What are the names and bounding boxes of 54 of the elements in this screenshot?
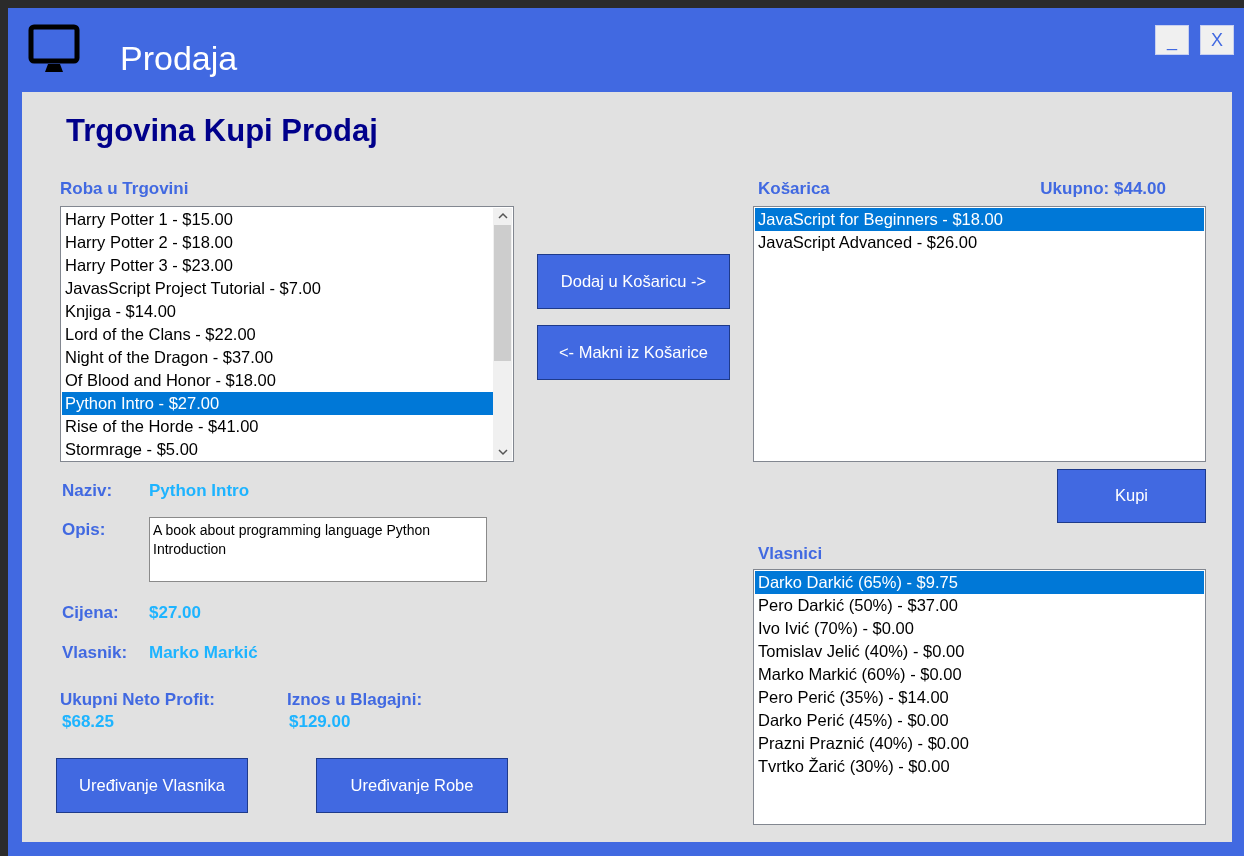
scroll-thumb[interactable] xyxy=(494,224,511,361)
description-field[interactable]: A book about programming language Python Introduction xyxy=(149,517,487,583)
cart-label: Košarica xyxy=(758,178,830,200)
scroll-up-icon[interactable] xyxy=(497,211,508,220)
profit-value: $68.25 xyxy=(62,711,114,734)
buy-button[interactable]: Kupi xyxy=(1057,468,1206,523)
field-label: Vlasnik: xyxy=(62,641,129,664)
owner-item[interactable]: Tomislav Jelić (40%) - $0.00 xyxy=(755,640,1204,663)
edit-owners-button[interactable]: Uređivanje Vlasnika xyxy=(56,758,248,814)
owner-item[interactable]: Darko Perić (45%) - $0.00 xyxy=(755,709,1204,732)
remove-from-cart-button[interactable]: <- Makni iz Košarice xyxy=(537,325,730,380)
store-label: Roba u Trgovini xyxy=(60,178,190,201)
list-item[interactable]: Night of the Dragon - $37.00 xyxy=(62,345,493,369)
store-listbox[interactable] xyxy=(60,205,514,462)
owner-item[interactable]: Tvrtko Žarić (30%) - $0.00 xyxy=(755,755,1204,778)
cart-total: Ukupno: $44.00 xyxy=(1040,178,1166,200)
scrollbar[interactable] xyxy=(493,207,512,460)
cart-listbox[interactable]: JavaScript for Beginners - $18.00 JavaScript Advanced - $26.00 xyxy=(753,205,1206,462)
list-item[interactable]: Harry Potter 3 - $23.00 xyxy=(62,253,493,277)
owner-item[interactable]: Ivo Ivić (70%) - $0.00 xyxy=(755,617,1204,640)
cart-item[interactable]: JavaScript for Beginners - $18.00 xyxy=(755,207,1204,231)
list-item[interactable]: Knjiga - $14.00 xyxy=(62,299,493,323)
edit-goods-button[interactable]: Uređivanje Robe xyxy=(316,758,508,814)
add-to-cart-button[interactable]: Dodaj u Košaricu -> xyxy=(537,254,730,309)
field-value: Marko Markić xyxy=(149,641,258,664)
app-heading: Trgovina Kupi Prodaj xyxy=(66,114,379,149)
cash-value: $129.00 xyxy=(289,711,351,734)
owner-item[interactable]: Darko Darkić (65%) - $9.75 xyxy=(755,571,1204,594)
field-value: $27.00 xyxy=(149,602,201,625)
field-value: Python Intro xyxy=(149,479,250,502)
owner-item[interactable]: Marko Markić (60%) - $0.00 xyxy=(755,663,1204,686)
cart-item[interactable]: JavaScript Advanced - $26.00 xyxy=(755,230,1204,254)
window-title: Prodaja xyxy=(120,37,238,79)
list-item[interactable]: Stormrage - $5.00 xyxy=(62,437,493,461)
list-item[interactable]: Of Blood and Honor - $18.00 xyxy=(62,368,493,392)
owners-label: Vlasnici xyxy=(758,542,824,565)
cash-label: Iznos u Blagajni: xyxy=(287,689,424,712)
field-label: Cijena: xyxy=(62,602,120,625)
owner-item[interactable]: Pero Perić (35%) - $14.00 xyxy=(755,686,1204,709)
profit-label: Ukupni Neto Profit: xyxy=(60,689,216,712)
owners-listbox[interactable] xyxy=(753,569,1206,825)
owner-item[interactable]: Prazni Praznić (40%) - $0.00 xyxy=(755,732,1204,755)
list-item[interactable]: Harry Potter 2 - $18.00 xyxy=(62,230,493,254)
list-item[interactable]: JavasScript Project Tutorial - $7.00 xyxy=(62,276,493,300)
list-item[interactable]: Harry Potter 1 - $15.00 xyxy=(62,207,493,231)
list-item[interactable]: Rise of the Horde - $41.00 xyxy=(62,414,493,438)
list-item[interactable]: Lord of the Clans - $22.00 xyxy=(62,322,493,346)
list-item[interactable]: Python Intro - $27.00 xyxy=(62,391,493,415)
owner-item[interactable]: Pero Darkić (50%) - $37.00 xyxy=(755,594,1204,617)
minimize-button[interactable]: _ xyxy=(1155,25,1189,55)
scroll-down-icon[interactable] xyxy=(497,447,508,456)
field-label: Opis: xyxy=(62,519,107,542)
field-label: Naziv: xyxy=(62,479,114,502)
close-button[interactable]: X xyxy=(1200,25,1234,55)
